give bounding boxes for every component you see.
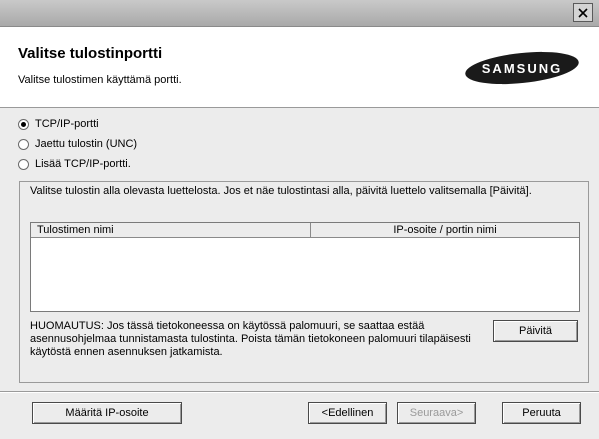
logo-text: SAMSUNG <box>482 61 562 76</box>
column-ip-address[interactable]: IP-osoite / portin nimi <box>311 223 579 237</box>
refresh-button[interactable]: Päivitä <box>493 320 578 342</box>
footer-separator <box>0 391 599 392</box>
radio-add-tcpip-button[interactable] <box>18 158 29 170</box>
radio-dot <box>21 121 26 127</box>
radio-tcpip[interactable]: TCP/IP-portti <box>18 118 99 130</box>
page-title: Valitse tulostinportti <box>18 45 163 62</box>
firewall-note: HUOMAUTUS: Jos tässä tietokoneessa on kä… <box>30 320 471 358</box>
page-subtitle: Valitse tulostimen käyttämä portti. <box>18 74 182 86</box>
header-panel: Valitse tulostinportti Valitse tulostime… <box>0 27 599 108</box>
column-printer-name[interactable]: Tulostimen nimi <box>31 223 311 237</box>
samsung-logo: SAMSUNG <box>465 51 579 85</box>
radio-add-tcpip[interactable]: Lisää TCP/IP-portti. <box>18 158 131 170</box>
back-button[interactable]: <Edellinen <box>308 402 387 424</box>
radio-add-tcpip-label: Lisää TCP/IP-portti. <box>35 158 131 170</box>
cancel-button[interactable]: Peruuta <box>502 402 581 424</box>
radio-tcpip-label: TCP/IP-portti <box>35 118 99 130</box>
radio-shared[interactable]: Jaettu tulostin (UNC) <box>18 138 137 150</box>
instruction-text: Valitse tulostin alla olevasta luettelos… <box>30 185 532 197</box>
set-ip-button[interactable]: Määritä IP-osoite <box>32 402 182 424</box>
radio-tcpip-button[interactable] <box>18 118 29 130</box>
radio-shared-label: Jaettu tulostin (UNC) <box>35 138 138 150</box>
title-bar <box>0 0 599 27</box>
radio-shared-button[interactable] <box>18 138 29 150</box>
close-icon <box>578 7 588 18</box>
next-button[interactable]: Seuraava> <box>397 402 476 424</box>
installer-window: Valitse tulostinportti Valitse tulostime… <box>0 0 599 439</box>
printer-list-header: Tulostimen nimi IP-osoite / portin nimi <box>31 223 579 238</box>
close-button[interactable] <box>573 3 593 22</box>
printer-list[interactable]: Tulostimen nimi IP-osoite / portin nimi <box>30 222 580 312</box>
